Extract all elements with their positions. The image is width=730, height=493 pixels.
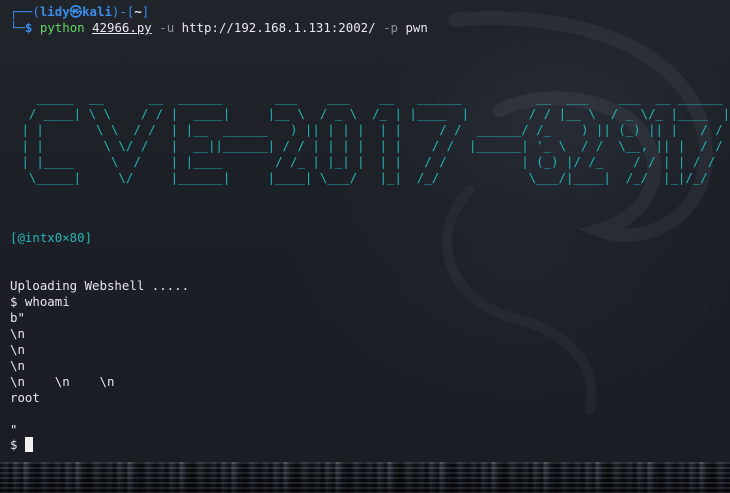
prompt-user-host: lidy㉿kali [39,4,112,19]
prompt-corner-bottom: └─ [10,20,25,35]
final-prompt-line[interactable]: $ [10,437,33,453]
command-file[interactable]: 42966.py [92,20,152,35]
kali-dragon-watermark [442,11,714,415]
command-flag-p: -p [383,20,398,35]
terminal-window[interactable]: ┌──(lidy㉿kali)-[~] └─$ python 42966.py -… [0,0,730,493]
final-prompt: $ [10,437,25,452]
glitch-wallpaper-strip [0,462,730,493]
terminal-cursor[interactable] [24,437,33,452]
output-line: b" [10,310,25,325]
whoami-command: $ whoami [10,294,70,309]
command-line: └─$ python 42966.py -u http://192.168.1.… [10,20,428,36]
prompt-separator: )-[ [111,4,135,19]
prompt-directory: ~ [134,4,142,19]
author-credit: [@intx0×80] [10,230,93,245]
output-line: \n [10,326,25,341]
upload-status: Uploading Webshell ..... [10,278,190,293]
prompt-line-1: ┌──(lidy㉿kali)-[~] [10,4,149,20]
command-flag-u: -u [159,20,175,35]
output-line-root: root [10,390,40,405]
prompt-corner-top: ┌──( [10,4,40,19]
prompt-dollar: $ [24,20,33,35]
command-program: python [39,20,85,35]
command-url: http://192.168.1.131:2002/ [181,20,376,35]
output-line: \n [10,342,25,357]
prompt-bracket-end: ] [141,4,150,19]
command-arg: pwn [405,20,428,35]
output-line: \n \n \n [10,374,115,389]
output-line: \n [10,358,25,373]
cve-ascii-banner: _____ __ __ ______ ___ ___ __ ______ __ … [21,90,730,185]
output-line: " [10,422,18,437]
